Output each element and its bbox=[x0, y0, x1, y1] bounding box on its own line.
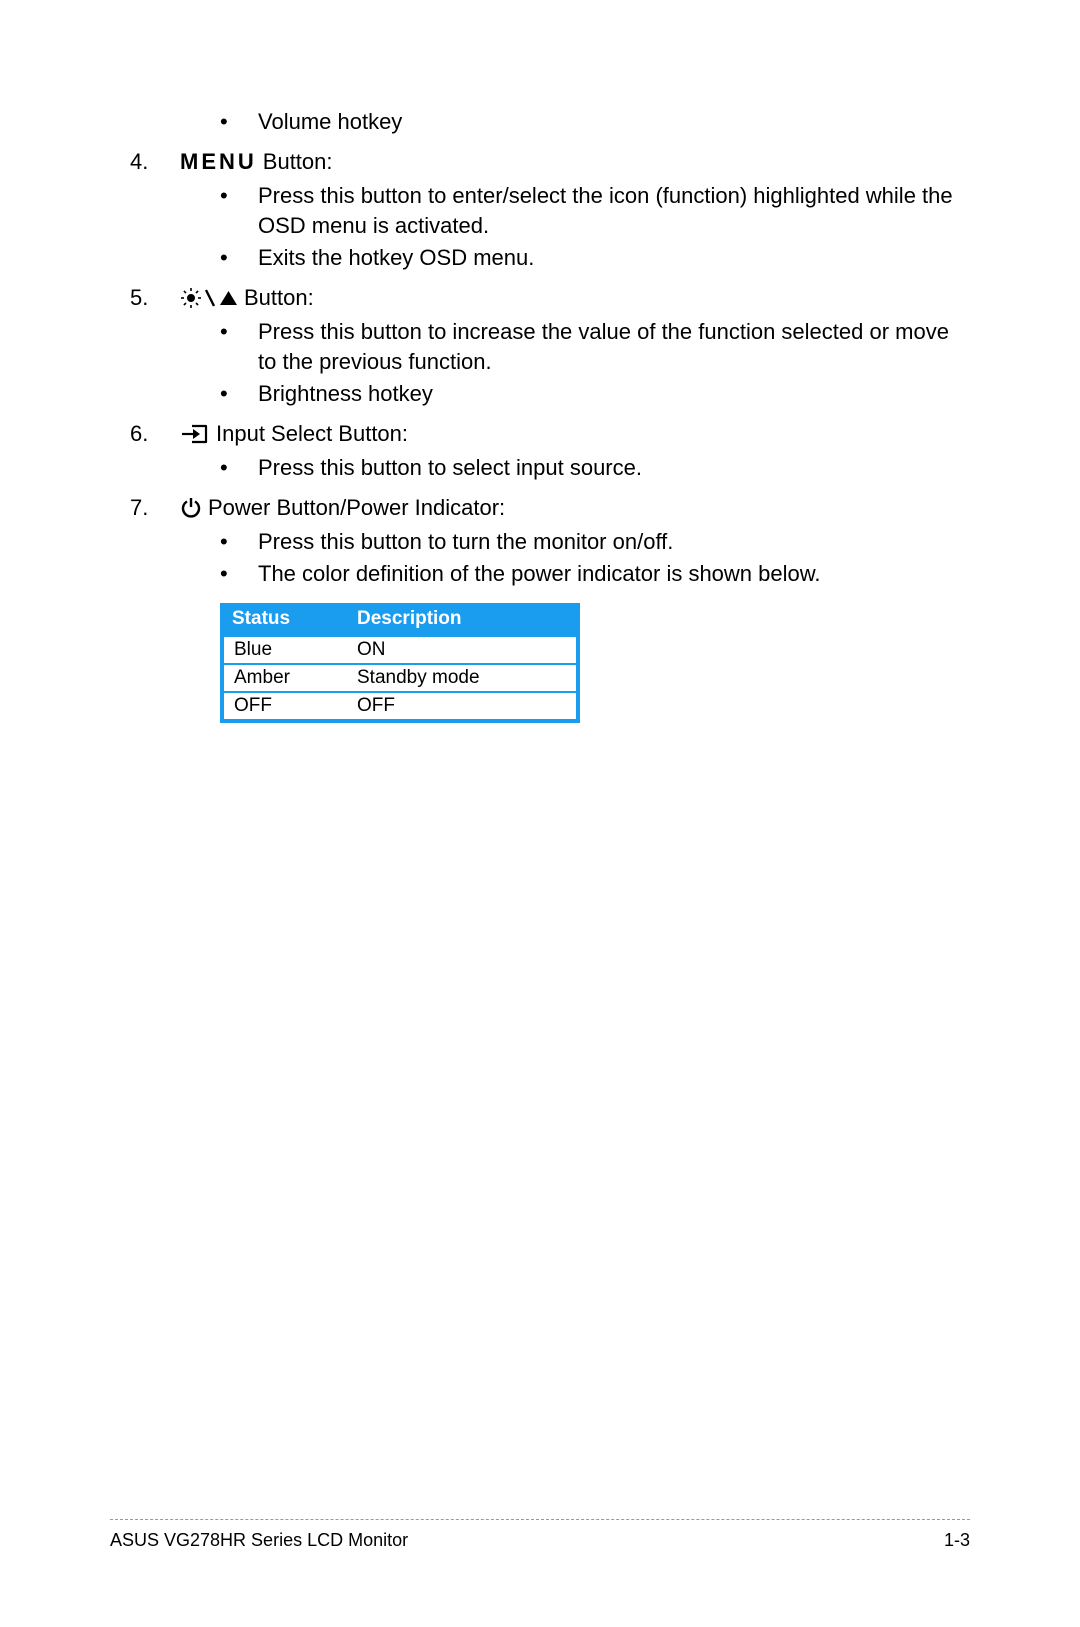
bullet-icon bbox=[220, 181, 258, 211]
manual-page: Volume hotkey 4. MENU Button: Press this… bbox=[0, 0, 1080, 1627]
item-4-bullets: Press this button to enter/select the ic… bbox=[130, 181, 970, 273]
item-label: MENU Button: bbox=[180, 147, 333, 177]
list-item: The color definition of the power indica… bbox=[220, 559, 970, 589]
menu-text-icon: MENU bbox=[180, 147, 257, 177]
item-7-bullets: Press this button to turn the monitor on… bbox=[130, 527, 970, 589]
cell-desc: OFF bbox=[347, 692, 578, 721]
bullet-icon bbox=[220, 317, 258, 347]
list-item: Volume hotkey bbox=[220, 107, 970, 137]
table-row: OFF OFF bbox=[222, 692, 578, 721]
power-indicator-table: Status Description Blue ON Amber Standby… bbox=[220, 603, 580, 723]
bullet-text: Press this button to enter/select the ic… bbox=[258, 181, 970, 241]
item-label-text: Button: bbox=[244, 283, 314, 313]
bullet-text: Press this button to increase the value … bbox=[258, 317, 970, 377]
item-5-bullets: Press this button to increase the value … bbox=[130, 317, 970, 409]
item-number: 5. bbox=[130, 283, 180, 313]
item-number: 6. bbox=[130, 419, 180, 449]
bullet-text: Volume hotkey bbox=[258, 107, 970, 137]
brightness-up-icon bbox=[180, 287, 238, 309]
bullet-text: Press this button to turn the monitor on… bbox=[258, 527, 970, 557]
page-footer: ASUS VG278HR Series LCD Monitor 1-3 bbox=[110, 1519, 970, 1551]
item-5: 5. bbox=[130, 283, 970, 313]
bullet-text: The color definition of the power indica… bbox=[258, 559, 970, 589]
footer-product: ASUS VG278HR Series LCD Monitor bbox=[110, 1530, 408, 1551]
table-row: Amber Standby mode bbox=[222, 664, 578, 692]
item-label-text: Input Select Button: bbox=[216, 419, 408, 449]
bullet-text: Exits the hotkey OSD menu. bbox=[258, 243, 970, 273]
item-number: 7. bbox=[130, 493, 180, 523]
cell-desc: Standby mode bbox=[347, 664, 578, 692]
list-item: Exits the hotkey OSD menu. bbox=[220, 243, 970, 273]
item-4: 4. MENU Button: bbox=[130, 147, 970, 177]
item-6-bullets: Press this button to select input source… bbox=[130, 453, 970, 483]
list-item: Press this button to increase the value … bbox=[220, 317, 970, 377]
cell-status: Amber bbox=[222, 664, 347, 692]
item-label: Button: bbox=[180, 283, 314, 313]
bullet-icon bbox=[220, 559, 258, 589]
item-7: 7. Power Button/Power Indicator: bbox=[130, 493, 970, 523]
item-6: 6. Input Select Button: bbox=[130, 419, 970, 449]
pre-bullets: Volume hotkey bbox=[130, 107, 970, 137]
item-label-text: Power Button/Power Indicator: bbox=[208, 493, 505, 523]
col-description: Description bbox=[347, 603, 578, 636]
cell-desc: ON bbox=[347, 636, 578, 664]
bullet-text: Press this button to select input source… bbox=[258, 453, 970, 483]
footer-page-number: 1-3 bbox=[944, 1530, 970, 1551]
table-row: Blue ON bbox=[222, 636, 578, 664]
list-item: Press this button to select input source… bbox=[220, 453, 970, 483]
cell-status: Blue bbox=[222, 636, 347, 664]
item-label: Input Select Button: bbox=[180, 419, 408, 449]
bullet-icon bbox=[220, 107, 258, 137]
table-header-row: Status Description bbox=[222, 603, 578, 636]
item-number: 4. bbox=[130, 147, 180, 177]
list-item: Press this button to turn the monitor on… bbox=[220, 527, 970, 557]
input-select-icon bbox=[180, 423, 210, 445]
bullet-icon bbox=[220, 453, 258, 483]
bullet-text: Brightness hotkey bbox=[258, 379, 970, 409]
col-status: Status bbox=[222, 603, 347, 636]
bullet-icon bbox=[220, 379, 258, 409]
list-item: Brightness hotkey bbox=[220, 379, 970, 409]
item-label-text: Button: bbox=[263, 147, 333, 177]
list-item: Press this button to enter/select the ic… bbox=[220, 181, 970, 241]
cell-status: OFF bbox=[222, 692, 347, 721]
bullet-icon bbox=[220, 527, 258, 557]
bullet-icon bbox=[220, 243, 258, 273]
power-icon bbox=[180, 497, 202, 519]
item-label: Power Button/Power Indicator: bbox=[180, 493, 505, 523]
